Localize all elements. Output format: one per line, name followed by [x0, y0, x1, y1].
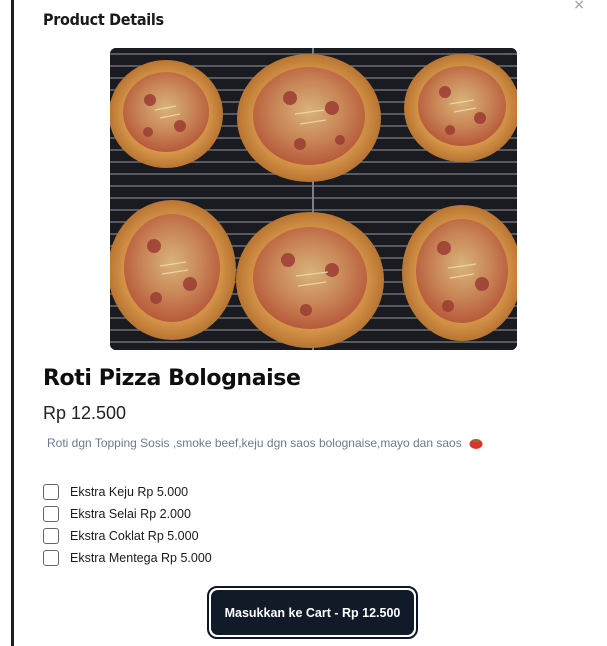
option-checkbox[interactable] — [43, 528, 59, 544]
product-price: Rp 12.500 — [43, 403, 127, 423]
product-description-text: Roti dgn Topping Sosis ,smoke beef,keju … — [47, 436, 462, 450]
option-ekstra-keju[interactable]: Ekstra Keju Rp 5.000 — [43, 481, 212, 503]
modal-left-border — [11, 0, 14, 646]
option-ekstra-selai[interactable]: Ekstra Selai Rp 2.000 — [43, 503, 212, 525]
add-to-cart-label: Masukkan ke Cart - Rp 12.500 — [224, 605, 401, 620]
modal-title: Product Details — [43, 10, 164, 29]
product-image — [110, 48, 517, 350]
option-label: Ekstra Selai Rp 2.000 — [70, 507, 191, 521]
product-name: Roti Pizza Bolognaise — [43, 366, 301, 391]
option-ekstra-coklat[interactable]: Ekstra Coklat Rp 5.000 — [43, 525, 212, 547]
option-label: Ekstra Coklat Rp 5.000 — [70, 529, 199, 543]
add-to-cart-button[interactable]: Masukkan ke Cart - Rp 12.500 — [207, 586, 418, 639]
product-description: Roti dgn Topping Sosis ,smoke beef,keju … — [47, 436, 483, 452]
option-label: Ekstra Mentega Rp 5.000 — [70, 551, 212, 565]
close-icon[interactable]: × — [573, 0, 585, 12]
option-ekstra-mentega[interactable]: Ekstra Mentega Rp 5.000 — [43, 547, 212, 569]
option-checkbox[interactable] — [43, 484, 59, 500]
option-checkbox[interactable] — [43, 506, 59, 522]
option-label: Ekstra Keju Rp 5.000 — [70, 485, 189, 499]
pizza-bread-photo — [110, 48, 517, 350]
option-checkbox[interactable] — [43, 550, 59, 566]
extras-options: Ekstra Keju Rp 5.000 Ekstra Selai Rp 2.0… — [43, 481, 212, 569]
add-to-cart-button-inner[interactable]: Masukkan ke Cart - Rp 12.500 — [211, 590, 414, 635]
tomato-icon — [469, 436, 483, 452]
